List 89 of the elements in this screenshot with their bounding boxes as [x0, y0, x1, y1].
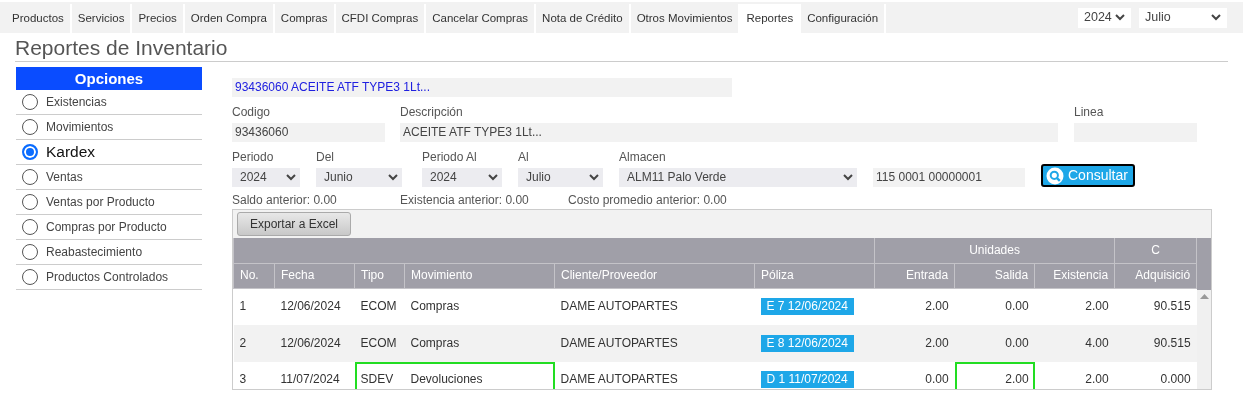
table-cell: 2.00 — [874, 288, 955, 325]
table-cell: 12/06/2024 — [274, 288, 355, 325]
column-group-header: C — [1114, 238, 1197, 264]
option-item[interactable]: Movimientos — [16, 115, 202, 141]
option-item[interactable]: Ventas por Producto — [16, 190, 202, 216]
radio-button[interactable] — [22, 119, 38, 136]
select-field[interactable]: 2024 — [422, 168, 502, 188]
table-cell: SDEV — [354, 361, 405, 390]
table-cell: 90.515 — [1114, 288, 1197, 325]
chevron-icon — [589, 174, 599, 182]
radio-button[interactable] — [22, 244, 38, 261]
text-field[interactable]: 115 0001 00000001 — [873, 168, 1025, 188]
table-cell: 0.00 — [954, 288, 1035, 325]
table-cell: 3 — [233, 361, 275, 390]
chevron-icon — [488, 174, 498, 182]
option-item[interactable]: Existencias — [16, 90, 202, 116]
column-group-header: Unidades — [874, 238, 1115, 264]
select-field[interactable]: Julio — [518, 168, 603, 188]
field-label: Almacen — [619, 150, 667, 165]
table-cell: 2.00 — [954, 361, 1035, 390]
option-item[interactable]: Productos Controlados — [16, 265, 202, 291]
table-cell: 4.00 — [1034, 324, 1115, 362]
table-cell: 2 — [233, 324, 275, 362]
sidebar-header: Opciones — [16, 67, 202, 91]
radio-button[interactable] — [22, 219, 38, 236]
summary-text: Saldo anterior: 0.00 — [232, 193, 338, 208]
table-cell: 12/06/2024 — [274, 324, 355, 362]
field-label: Codigo — [232, 105, 272, 120]
export-button[interactable]: Exportar a Excel — [237, 212, 351, 237]
table-cell: ECOM — [354, 288, 405, 325]
table-cell: 1 — [233, 288, 275, 325]
field-label: Del — [316, 150, 335, 165]
column-header: No. — [233, 263, 275, 289]
column-header: Entrada — [874, 263, 955, 289]
table-cell: DAME AUTOPARTES — [554, 288, 755, 325]
chevron-icon — [388, 174, 398, 182]
field-label: Al — [518, 150, 530, 165]
column-header: Póliza — [754, 263, 875, 289]
column-header: Salida — [954, 263, 1035, 289]
table-cell: 0.000 — [1114, 361, 1197, 390]
table-cell: Devoluciones — [404, 361, 555, 390]
radio-button[interactable] — [22, 144, 38, 161]
column-header: Fecha — [274, 263, 355, 289]
select-field[interactable]: ALM11 Palo Verde — [619, 168, 857, 188]
column-header: Adquisició — [1114, 263, 1197, 289]
radio-button[interactable] — [22, 94, 38, 111]
option-item[interactable]: Kardex — [16, 140, 202, 166]
option-item[interactable]: Ventas — [16, 165, 202, 191]
column-header: Cliente/Proveedor — [554, 263, 755, 289]
column-header: Movimiento — [404, 263, 555, 289]
radio-button[interactable] — [22, 194, 38, 211]
text-field[interactable]: 93436060 — [232, 123, 385, 143]
field-label: Periodo — [232, 150, 275, 165]
summary-text: Costo promedio anterior: 0.00 — [568, 193, 728, 208]
field-label: Linea — [1074, 105, 1105, 120]
table-cell: 2.00 — [874, 324, 955, 362]
text-field[interactable]: ACEITE ATF TYPE3 1Lt... — [400, 123, 1058, 143]
chevron-icon — [286, 174, 296, 182]
month-select[interactable]: Julio — [1139, 7, 1227, 28]
radio-button[interactable] — [22, 169, 38, 186]
table-cell: 90.515 — [1114, 324, 1197, 362]
table-cell: Compras — [404, 288, 555, 325]
column-header: Existencia — [1034, 263, 1115, 289]
chevron-icon — [1211, 14, 1221, 21]
select-field[interactable]: 2024 — [232, 168, 300, 188]
table-cell: Compras — [404, 324, 555, 362]
year-select[interactable]: 2024 — [1078, 7, 1131, 28]
table-cell: 11/07/2024 — [274, 361, 355, 390]
chevron-icon — [1115, 14, 1125, 21]
page-title: Reportes de Inventario — [15, 35, 1228, 63]
table-cell: 0.00 — [874, 361, 955, 390]
select-field[interactable]: Junio — [316, 168, 402, 188]
summary-text: Existencia anterior: 0.00 — [400, 193, 530, 208]
product-search-field[interactable]: 93436060 ACEITE ATF TYPE3 1Lt... — [232, 78, 732, 98]
field-label: Periodo Al — [422, 150, 478, 165]
chevron-icon — [843, 174, 853, 182]
nav-tab[interactable]: Reportes — [740, 4, 802, 33]
option-item[interactable]: Compras por Producto — [16, 215, 202, 241]
table-cell: DAME AUTOPARTES — [554, 324, 755, 362]
table-cell: 2.00 — [1034, 361, 1115, 390]
table-cell: DAME AUTOPARTES — [554, 361, 755, 390]
option-item[interactable]: Reabastecimiento — [16, 240, 202, 266]
scrollbar[interactable] — [1197, 238, 1211, 390]
radio-button[interactable] — [22, 269, 38, 286]
search-icon — [1046, 166, 1064, 185]
field-label: Descripción — [400, 105, 464, 120]
table-cell: 0.00 — [954, 324, 1035, 362]
table-cell: ECOM — [354, 324, 405, 362]
table-cell: 2.00 — [1034, 288, 1115, 325]
